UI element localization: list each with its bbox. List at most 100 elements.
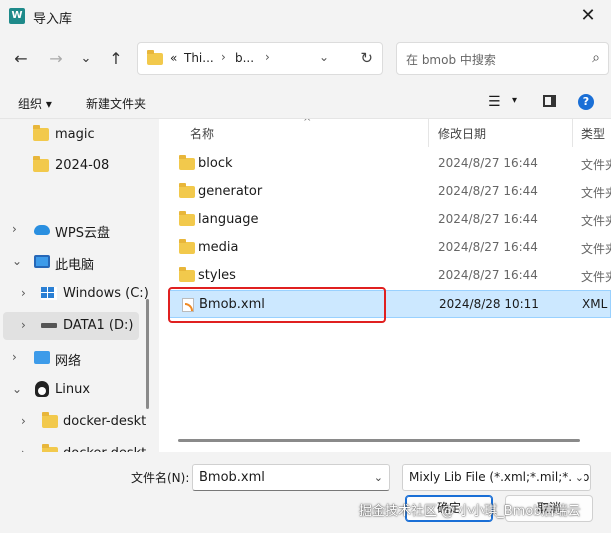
folder-icon — [179, 183, 195, 198]
expand-chevron-icon[interactable]: › — [21, 318, 26, 332]
breadcrumb-chevron-icon[interactable]: › — [265, 50, 270, 64]
file-date: 2024/8/27 16:44 — [438, 184, 538, 198]
expand-chevron-icon[interactable]: › — [21, 286, 26, 300]
sidebar-item-label: magic — [55, 127, 95, 142]
address-bar[interactable]: « Thi... › b... › ⌄ ↻ — [137, 42, 383, 75]
annotation-highlight-box — [168, 287, 386, 323]
folder-icon — [179, 239, 195, 254]
file-type: 文件夹 — [581, 186, 611, 200]
view-options-icon[interactable]: ☰ — [488, 94, 501, 110]
scrollbar-thumb[interactable] — [146, 299, 149, 409]
help-icon[interactable]: ? — [578, 94, 594, 110]
network-icon — [34, 351, 50, 364]
sidebar-item-wps-cloud[interactable]: › WPS云盘 — [0, 216, 145, 244]
filename-value: Bmob.xml — [199, 470, 265, 485]
collapse-chevron-icon[interactable]: ⌄ — [12, 254, 22, 268]
close-button[interactable]: ✕ — [575, 4, 601, 28]
file-type: 文件夹 — [581, 214, 611, 228]
back-button[interactable]: ← — [9, 47, 33, 71]
file-date: 2024/8/27 16:44 — [438, 268, 538, 282]
address-dropdown-icon[interactable]: ⌄ — [319, 50, 329, 64]
sidebar-item-label: Linux — [55, 382, 91, 397]
view-dropdown-icon[interactable]: ▾ — [512, 95, 517, 106]
collapse-chevron-icon[interactable]: ⌄ — [12, 382, 22, 396]
expand-chevron-icon[interactable]: › — [12, 350, 17, 364]
expand-chevron-icon[interactable]: › — [12, 222, 17, 236]
breadcrumb-item[interactable]: b... — [235, 51, 254, 65]
sidebar-item-this-pc[interactable]: ⌄ 此电脑 — [0, 248, 145, 276]
refresh-icon[interactable]: ↻ — [360, 49, 373, 67]
dialog-footer: 文件名(N): Bmob.xml ⌄ Mixly Lib File (*.xml… — [0, 452, 611, 533]
sidebar-item-label: WPS云盘 — [55, 226, 110, 241]
folder-icon — [33, 125, 49, 141]
forward-button[interactable]: → — [44, 47, 68, 71]
sidebar-item-data1-d[interactable]: › DATA1 (D:) — [3, 312, 139, 340]
preview-pane-icon[interactable] — [543, 95, 556, 107]
breadcrumb-chevron-icon[interactable]: › — [221, 50, 226, 64]
sidebar-item-linux[interactable]: ⌄ Linux — [0, 376, 145, 404]
file-row-media[interactable]: media 2024/8/27 16:44 文件夹 — [169, 234, 611, 262]
search-icon[interactable]: ⌕ — [592, 50, 600, 66]
windows-drive-icon — [41, 287, 57, 300]
column-header-row: ^ 名称 修改日期 类型 — [159, 119, 611, 147]
chevron-down-icon[interactable]: ⌄ — [374, 471, 383, 484]
sidebar-item-label: 2024-08 — [55, 158, 110, 173]
file-date: 2024/8/27 16:44 — [438, 240, 538, 254]
file-type: 文件夹 — [581, 158, 611, 172]
new-folder-button[interactable]: 新建文件夹 — [86, 95, 146, 112]
filetype-value: Mixly Lib File (*.xml;*.mil;*.zip) — [409, 470, 591, 484]
file-type: XML — [582, 297, 608, 311]
organize-button[interactable]: 组织 ▾ — [18, 95, 52, 112]
sidebar-scrollbar[interactable] — [146, 119, 150, 452]
file-row-styles[interactable]: styles 2024/8/27 16:44 文件夹 — [169, 262, 611, 290]
sidebar-item-docker-desktop[interactable]: › docker-deskt — [0, 408, 146, 436]
filetype-select[interactable]: Mixly Lib File (*.xml;*.mil;*.zip) ⌄ — [402, 464, 591, 491]
expand-chevron-icon[interactable]: › — [21, 414, 26, 428]
horizontal-scrollbar[interactable] — [178, 439, 600, 443]
file-row-block[interactable]: block 2024/8/27 16:44 文件夹 — [169, 150, 611, 178]
search-box[interactable]: 在 bmob 中搜索 ⌕ — [396, 42, 609, 75]
folder-icon — [147, 50, 163, 65]
search-placeholder: 在 bmob 中搜索 — [406, 53, 496, 67]
sidebar-item-windows-c[interactable]: › Windows (C:) — [0, 280, 149, 308]
filename-label: 文件名(N): — [131, 471, 190, 485]
linux-icon — [35, 381, 49, 397]
sidebar-item-network[interactable]: › 网络 — [0, 344, 145, 372]
file-name: language — [198, 212, 259, 227]
file-name: media — [198, 240, 239, 255]
file-date: 2024/8/27 16:44 — [438, 156, 538, 170]
window-title: 导入库 — [33, 12, 73, 27]
column-name[interactable]: 名称 — [190, 125, 214, 142]
breadcrumb-overflow[interactable]: « — [170, 51, 177, 65]
file-name: generator — [198, 184, 263, 199]
chevron-down-icon[interactable]: ⌄ — [571, 471, 584, 484]
up-button[interactable]: ↑ — [104, 47, 128, 71]
file-row-generator[interactable]: generator 2024/8/27 16:44 文件夹 — [169, 178, 611, 206]
sidebar-item-docker-desktop-data[interactable]: › docker-deskt — [0, 440, 146, 452]
column-divider[interactable] — [572, 119, 573, 147]
folder-icon — [179, 267, 195, 282]
column-type[interactable]: 类型 — [581, 125, 605, 142]
file-type: 文件夹 — [581, 270, 611, 284]
breadcrumb-item[interactable]: Thi... — [184, 51, 214, 65]
command-toolbar: 组织 ▾ 新建文件夹 ☰ ▾ ? — [0, 85, 611, 119]
computer-icon — [34, 255, 50, 268]
file-row-language[interactable]: language 2024/8/27 16:44 文件夹 — [169, 206, 611, 234]
sort-ascending-icon: ^ — [303, 119, 312, 128]
navigation-pane: magic 2024-08 › WPS云盘 ⌄ 此电脑 › Windows (C… — [0, 119, 156, 452]
scrollbar-thumb[interactable] — [178, 439, 580, 442]
sidebar-item-magic[interactable]: magic — [0, 121, 145, 149]
column-divider[interactable] — [428, 119, 429, 147]
recent-locations-button[interactable]: ⌄ — [74, 47, 98, 71]
sidebar-item-label: 网络 — [55, 354, 82, 369]
folder-icon — [33, 156, 49, 172]
sidebar-item-label: Windows (C:) — [63, 286, 149, 301]
sidebar-item-2024-08[interactable]: 2024-08 — [0, 152, 145, 180]
filename-input[interactable]: Bmob.xml ⌄ — [192, 464, 390, 491]
column-date-modified[interactable]: 修改日期 — [438, 125, 486, 142]
title-bar: W 导入库 ✕ — [0, 0, 611, 33]
drive-icon — [41, 323, 57, 328]
folder-icon — [179, 155, 195, 170]
folder-icon — [179, 211, 195, 226]
sidebar-item-label: DATA1 (D:) — [63, 318, 134, 333]
